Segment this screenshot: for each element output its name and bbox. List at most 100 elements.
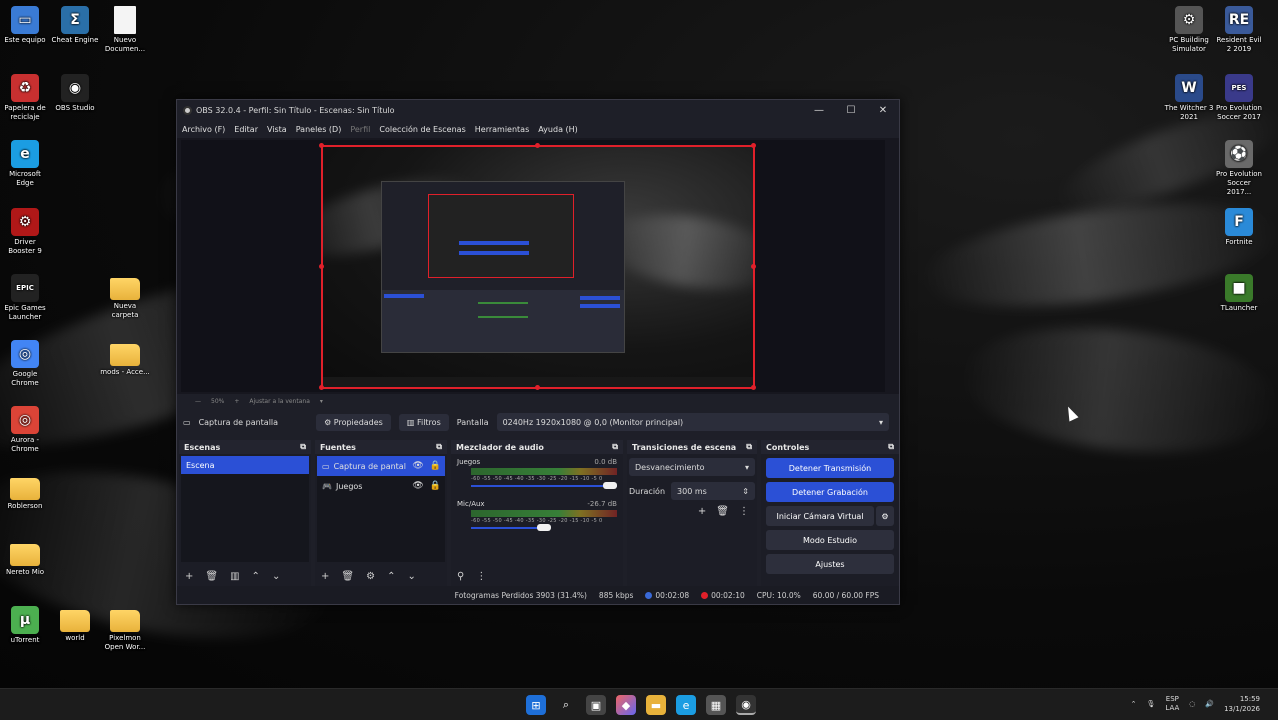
eye-icon[interactable]: 👁 (412, 461, 423, 471)
menu-archivo[interactable]: Archivo (F) (182, 125, 225, 134)
desktop-shortcut[interactable]: Nuevo Documen... (100, 6, 150, 54)
move-down-icon[interactable]: ⌄ (407, 571, 415, 582)
desktop-shortcut[interactable]: ◎ Google Chrome (0, 340, 50, 388)
lock-icon[interactable]: 🔒 (430, 481, 441, 491)
chevron-up-icon[interactable]: ⌃ (1131, 700, 1137, 708)
menu-coleccion-escenas[interactable]: Colección de Escenas (379, 125, 465, 134)
volume-slider[interactable] (471, 524, 617, 532)
volume-icon[interactable]: 🔊 (1205, 700, 1214, 708)
zoom-dropdown-icon[interactable]: ▾ (320, 398, 323, 405)
trash-icon[interactable]: 🗑 (205, 571, 218, 582)
desktop-shortcut[interactable]: F Fortnite (1214, 208, 1264, 247)
desktop-shortcut[interactable]: RE Resident Evil 2 2019 (1214, 6, 1264, 54)
minimize-button[interactable]: — (803, 105, 835, 116)
desktop-shortcut[interactable]: µ uTorrent (0, 606, 50, 645)
desktop-shortcut[interactable]: ⚙ Driver Booster 9 (0, 208, 50, 256)
preview-area[interactable] (177, 138, 899, 394)
dock-undock-icon[interactable]: ⧉ (612, 442, 618, 452)
menu-herramientas[interactable]: Herramientas (475, 125, 530, 134)
dock-undock-icon[interactable]: ⧉ (300, 442, 306, 452)
desktop-shortcut[interactable]: PES Pro Evolution Soccer 2017 (1214, 74, 1264, 122)
language-indicator[interactable]: ESP LAA (1165, 695, 1179, 713)
desktop-shortcut[interactable]: Σ Cheat Engine (50, 6, 100, 45)
maximize-button[interactable]: ☐ (835, 105, 867, 116)
desktop-shortcut[interactable]: ■ TLauncher (1214, 274, 1264, 313)
start-virtual-camera-button[interactable]: Iniciar Cámara Virtual (766, 506, 874, 526)
menu-perfil[interactable]: Perfil (350, 125, 370, 134)
menu-ayuda[interactable]: Ayuda (H) (538, 125, 578, 134)
filters-button[interactable]: ▥ Filtros (398, 413, 449, 431)
desktop-shortcut[interactable]: Nueva carpeta (100, 274, 150, 320)
desktop-shortcut[interactable]: Pixelmon Open Wor... (100, 606, 150, 652)
task-view-icon[interactable]: ▣ (586, 695, 606, 715)
resize-handle[interactable] (751, 143, 756, 148)
store-icon[interactable]: ▦ (706, 695, 726, 715)
studio-mode-button[interactable]: Modo Estudio (766, 530, 894, 550)
edge-icon[interactable]: e (676, 695, 696, 715)
settings-button[interactable]: Ajustes (766, 554, 894, 574)
move-up-icon[interactable]: ⌃ (387, 571, 395, 582)
dock-undock-icon[interactable]: ⧉ (888, 442, 894, 452)
desktop-shortcut[interactable]: ⚽ Pro Evolution Soccer 2017... (1214, 140, 1264, 197)
zoom-out-button[interactable]: — (195, 398, 201, 405)
resize-handle[interactable] (319, 264, 324, 269)
more-icon[interactable]: ⋮ (476, 571, 486, 582)
menu-paneles[interactable]: Paneles (D) (296, 125, 342, 134)
desktop-shortcut[interactable]: ▭ Este equipo (0, 6, 50, 45)
preview-canvas[interactable] (181, 140, 885, 392)
source-item[interactable]: 🎮 Juegos 👁 🔒 (317, 476, 445, 496)
menu-vista[interactable]: Vista (267, 125, 287, 134)
filter-icon[interactable]: ▥ (230, 571, 239, 582)
desktop-shortcut[interactable]: W The Witcher 3 2021 (1164, 74, 1214, 122)
source-item[interactable]: ▭ Captura de pantal 👁 🔒 (317, 456, 445, 476)
windows-start-icon[interactable]: ⊞ (526, 695, 546, 715)
zoom-in-button[interactable]: + (234, 398, 239, 405)
desktop-shortcut[interactable]: Roblerson (0, 474, 50, 511)
stepper-icon[interactable]: ⇕ (742, 487, 749, 496)
search-icon[interactable]: ⌕ (556, 695, 576, 715)
add-icon[interactable]: + (698, 506, 706, 517)
screen-capture-source[interactable] (321, 145, 755, 389)
virtual-cam-settings-gear-icon[interactable]: ⚙ (876, 506, 894, 526)
resize-handle[interactable] (319, 385, 324, 390)
resize-handle[interactable] (751, 385, 756, 390)
close-button[interactable]: ✕ (867, 105, 899, 116)
resize-handle[interactable] (751, 264, 756, 269)
dock-undock-icon[interactable]: ⧉ (436, 442, 442, 452)
desktop-shortcut[interactable]: e Microsoft Edge (0, 140, 50, 188)
desktop-shortcut[interactable]: EPIC Epic Games Launcher (0, 274, 50, 322)
stop-recording-button[interactable]: Detener Grabación (766, 482, 894, 502)
stop-stream-button[interactable]: Detener Transmisión (766, 458, 894, 478)
resize-handle[interactable] (535, 143, 540, 148)
volume-slider[interactable] (471, 482, 617, 490)
gear-icon[interactable]: ⚙ (366, 571, 375, 582)
trash-icon[interactable]: 🗑 (341, 571, 354, 582)
network-icon[interactable]: ◌ (1189, 700, 1195, 708)
eye-icon[interactable]: 👁 (412, 481, 423, 491)
move-down-icon[interactable]: ⌄ (272, 571, 280, 582)
copilot-icon[interactable]: ◆ (616, 695, 636, 715)
trash-icon[interactable]: 🗑 (716, 506, 729, 517)
desktop-shortcut[interactable]: ♻ Papelera de reciclaje (0, 74, 50, 122)
file-explorer-icon[interactable]: ▬ (646, 695, 666, 715)
menu-editar[interactable]: Editar (234, 125, 258, 134)
zoom-fit-button[interactable]: Ajustar a la ventana (249, 398, 310, 405)
move-up-icon[interactable]: ⌃ (252, 571, 260, 582)
screen-select[interactable]: 0240Hz 1920x1080 @ 0,0 (Monitor principa… (496, 413, 889, 431)
microphone-icon[interactable]: 🎙 (1147, 700, 1156, 708)
desktop-shortcut[interactable]: mods - Acce... (100, 340, 150, 377)
duration-input[interactable]: 300 ms ⇕ (671, 482, 755, 500)
desktop-shortcut[interactable]: ◎ Aurora - Chrome (0, 406, 50, 454)
add-icon[interactable]: + (185, 571, 193, 582)
desktop-shortcut[interactable]: ⚙ PC Building Simulator (1164, 6, 1214, 54)
scene-item[interactable]: Escena (181, 456, 309, 474)
link-icon[interactable]: ⚲ (457, 571, 464, 582)
slider-knob[interactable] (537, 524, 551, 531)
obs-taskbar-icon[interactable]: ◉ (736, 695, 756, 715)
transition-select[interactable]: Desvanecimiento ▾ (629, 458, 755, 476)
add-icon[interactable]: + (321, 571, 329, 582)
clock[interactable]: 15:59 13/1/2026 (1224, 694, 1260, 714)
resize-handle[interactable] (535, 385, 540, 390)
resize-handle[interactable] (319, 143, 324, 148)
desktop-shortcut[interactable]: Nereto Mio (0, 540, 50, 577)
